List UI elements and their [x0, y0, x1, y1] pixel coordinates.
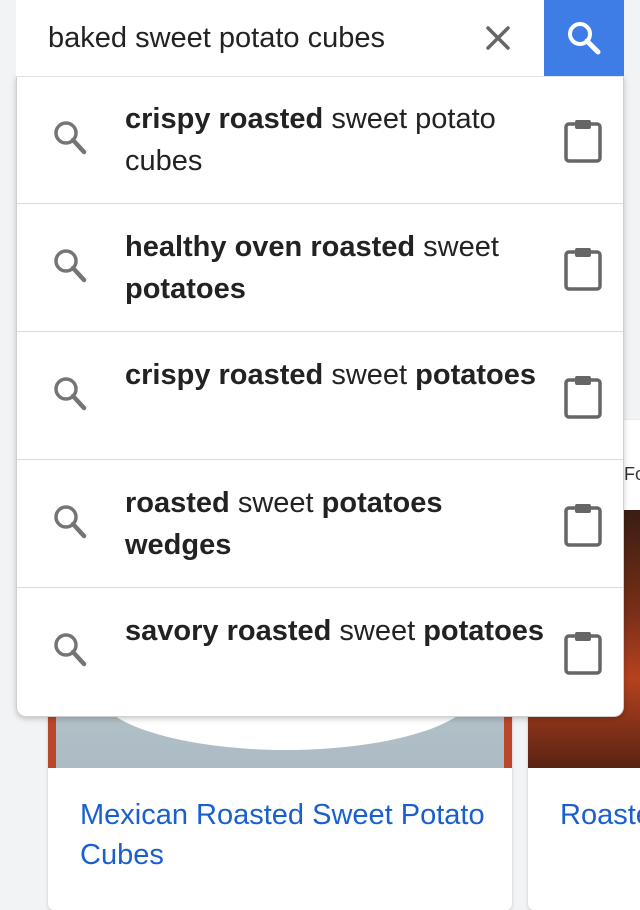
suggestion-text-bold: crispy roasted	[125, 359, 324, 391]
suggestion-item[interactable]: crispy roasted sweet potatoes	[17, 332, 623, 460]
clipboard-icon[interactable]	[563, 374, 603, 420]
search-icon	[54, 121, 87, 155]
suggestion-text: healthy oven roasted sweet potatoes	[125, 226, 555, 310]
suggestion-text-regular: sweet	[415, 231, 499, 263]
search-icon	[54, 377, 87, 411]
clear-button[interactable]	[478, 18, 518, 58]
search-icon	[54, 633, 87, 667]
suggestion-text-regular: sweet	[323, 359, 416, 391]
search-button[interactable]	[544, 0, 624, 76]
suggestion-text: savory roasted sweet potatoes	[125, 610, 555, 652]
suggestion-text-bold: crispy roasted	[125, 103, 324, 135]
suggestion-text-bold: healthy oven roasted	[125, 231, 416, 263]
search-icon	[568, 22, 601, 55]
result-source-label: Fo	[624, 464, 640, 484]
suggestion-text: crispy roasted sweet potato cubes	[125, 98, 555, 182]
clipboard-icon[interactable]	[563, 118, 603, 164]
search-icon	[54, 505, 87, 539]
suggestion-text-regular: sweet	[331, 615, 424, 647]
suggestion-text: crispy roasted sweet potatoes	[125, 354, 555, 396]
suggestion-text: roasted sweet potatoes wedges	[125, 482, 555, 566]
suggestion-item[interactable]: crispy roasted sweet potato cubes	[17, 76, 623, 204]
clipboard-icon[interactable]	[563, 246, 603, 292]
clipboard-icon[interactable]	[563, 630, 603, 676]
suggestion-text-bold: potatoes	[423, 615, 545, 647]
suggestion-text-regular: sweet	[229, 487, 322, 519]
close-icon	[486, 26, 510, 50]
suggestion-text-bold: savory roasted	[125, 615, 332, 647]
clipboard-icon[interactable]	[563, 502, 603, 548]
result-title[interactable]: Mexican Roasted Sweet Potato Cubes	[80, 795, 490, 875]
search-bar	[16, 0, 624, 77]
search-icon	[54, 249, 87, 283]
suggestion-item[interactable]: healthy oven roasted sweet potatoes	[17, 204, 623, 332]
search-input[interactable]	[48, 18, 478, 58]
suggestion-text-bold: potatoes	[415, 359, 536, 391]
suggestion-text-bold: roasted	[125, 487, 230, 519]
suggestions-dropdown: crispy roasted sweet potato cubes healthy…	[16, 76, 624, 717]
suggestion-item[interactable]: savory roasted sweet potatoes	[17, 588, 623, 716]
suggestion-text-bold: potatoes	[125, 273, 246, 305]
suggestion-item[interactable]: roasted sweet potatoes wedges	[17, 460, 623, 588]
result-title[interactable]: Roasted Sweet Potatoes with H	[560, 795, 640, 835]
